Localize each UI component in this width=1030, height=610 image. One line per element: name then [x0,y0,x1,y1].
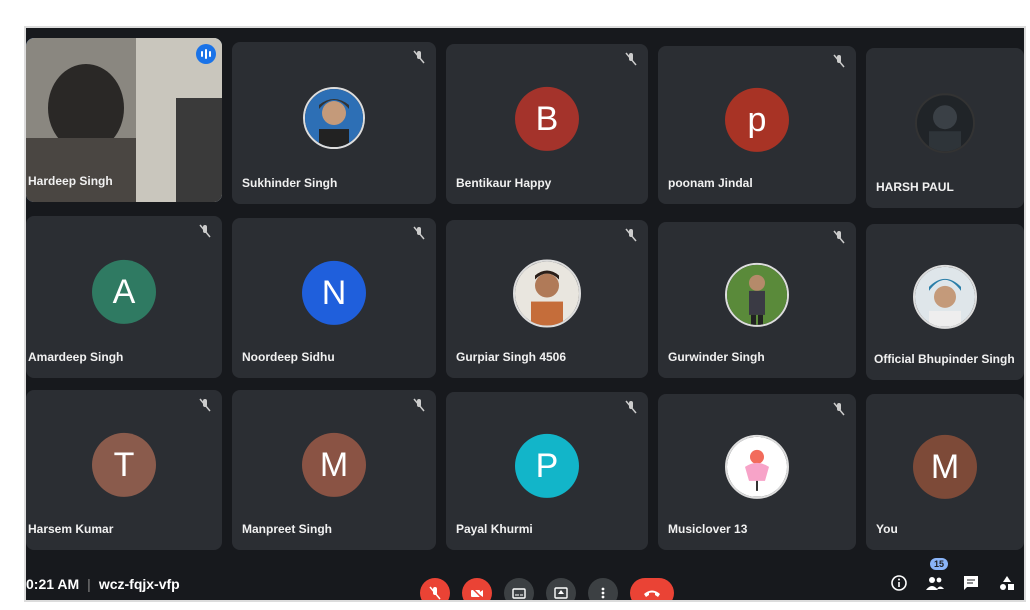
participant-tile[interactable]: A Amardeep Singh [26,216,222,378]
participant-name: Musiclover 13 [668,522,748,536]
avatar [913,264,977,329]
meeting-code: wcz-fqjx-vfp [98,576,180,592]
participant-tile[interactable]: M You [866,394,1024,550]
participant-name: Manpreet Singh [242,522,333,536]
participant-name: Noordeep Sidhu [242,350,335,364]
meeting-time: 0:21 AM [26,576,80,592]
call-end-icon [644,590,660,597]
mic-off-icon [429,586,441,600]
participant-tile[interactable]: M Manpreet Singh [232,390,436,550]
avatar: A [92,259,156,324]
participant-name: Gurwinder Singh [668,350,765,364]
participant-tile[interactable]: P Payal Khurmi [446,392,648,550]
captions-button[interactable] [504,578,534,600]
avatar [303,87,365,150]
avatar [513,259,581,328]
meet-window: Hardeep Singh Sukhinder Singh B Bentikau… [26,28,1024,600]
activities-button[interactable] [996,572,1018,594]
mic-off-icon [625,52,637,66]
side-panel-buttons: 15 [888,558,1018,594]
bottom-bar: 0:21 AM | wcz-fqjx-vfp 15 [26,558,1024,600]
mic-off-icon [625,400,637,414]
activities-icon [1000,576,1014,590]
avatar: P [515,433,579,498]
camera-off-icon [470,586,484,600]
participant-tile[interactable]: N Noordeep Sidhu [232,218,436,378]
participant-tile[interactable]: T Harsem Kumar [26,390,222,550]
participant-tile[interactable]: Official Bhupinder Singh [866,224,1024,380]
mic-off-icon [833,230,845,244]
participant-tile[interactable]: Gurwinder Singh [658,222,856,378]
participant-name: Official Bhupinder Singh [874,352,1015,366]
participant-tile[interactable]: Hardeep Singh [26,38,222,202]
mic-off-icon [413,50,425,64]
participant-count-badge: 15 [930,558,949,570]
mic-off-icon [833,54,845,68]
mic-off-icon [625,228,637,242]
avatar [915,93,975,154]
people-icon [926,577,944,590]
participant-name: Bentikaur Happy [456,176,552,190]
leave-call-button[interactable] [630,578,674,600]
present-icon [554,587,568,599]
avatar: p [725,87,789,152]
participant-name: Harsem Kumar [28,522,114,536]
participant-name: Amardeep Singh [28,350,124,364]
participant-tile[interactable]: HARSH PAUL [866,48,1024,208]
meeting-details: 0:21 AM | wcz-fqjx-vfp [26,576,180,592]
avatar [725,262,789,327]
chat-icon [964,576,978,590]
participant-name: Sukhinder Singh [242,176,338,190]
info-icon [891,575,907,591]
mic-off-icon [199,224,211,238]
more-options-button[interactable] [588,578,618,600]
participant-name: HARSH PAUL [876,180,954,194]
mic-off-icon [833,402,845,416]
mic-toggle-button[interactable] [420,578,450,600]
avatar: T [92,432,156,497]
separator: | [87,576,91,592]
avatar: M [302,432,366,497]
speaking-indicator-icon [196,44,216,64]
avatar [725,434,789,499]
participant-tile[interactable]: Musiclover 13 [658,394,856,550]
participant-name: Gurpiar Singh 4506 [456,350,567,364]
participant-name: Hardeep Singh [28,174,113,188]
participant-name: Payal Khurmi [456,522,533,536]
mic-off-icon [413,226,425,240]
participant-tile[interactable]: Sukhinder Singh [232,42,436,204]
more-vert-icon [601,587,605,599]
present-button[interactable] [546,578,576,600]
captions-icon [512,588,526,599]
people-button[interactable]: 15 [924,558,949,594]
call-controls [420,570,674,600]
participant-tile[interactable]: p poonam Jindal [658,46,856,204]
participant-name: You [876,522,898,536]
mic-off-icon [413,398,425,412]
participant-name: poonam Jindal [668,176,753,190]
avatar: B [515,86,579,151]
avatar: M [913,434,977,499]
avatar: N [302,260,366,325]
camera-toggle-button[interactable] [462,578,492,600]
participant-tile[interactable]: B Bentikaur Happy [446,44,648,204]
meeting-info-button[interactable] [888,572,910,594]
mic-off-icon [199,398,211,412]
participant-tile[interactable]: Gurpiar Singh 4506 [446,220,648,378]
chat-button[interactable] [960,572,982,594]
